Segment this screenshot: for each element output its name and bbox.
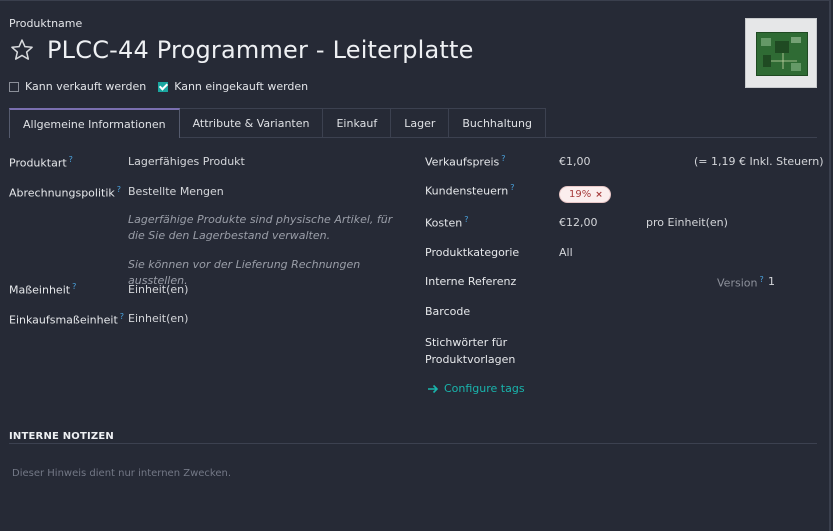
help-icon[interactable]: ? [759, 275, 763, 284]
cost-unit: pro Einheit(en) [646, 216, 728, 229]
help-icon[interactable]: ? [72, 282, 76, 291]
product-type-value[interactable]: Lagerfähiges Produkt [128, 155, 245, 168]
sales-price-label: Verkaufspreis? [425, 154, 506, 169]
help-icon[interactable]: ? [464, 215, 468, 224]
tab-attributes-variants[interactable]: Attribute & Varianten [179, 108, 324, 137]
remove-icon[interactable]: × [595, 190, 603, 200]
title-row: PLCC-44 Programmer - Leiterplatte [9, 36, 474, 64]
sales-price-incl-tax: (= 1,19 € Inkl. Steuern) [694, 155, 824, 168]
version-label: Version? [717, 275, 764, 290]
purchase-uom-label: Einkaufsmaßeinheit? [9, 312, 125, 327]
purchase-uom-value[interactable]: Einheit(en) [128, 312, 188, 325]
customer-taxes-label: Kundensteuern? [425, 183, 515, 198]
favorite-star-icon[interactable] [9, 37, 35, 63]
product-title[interactable]: PLCC-44 Programmer - Leiterplatte [47, 36, 474, 64]
product-type-label: Produktart? [9, 155, 73, 170]
invoice-policy-value[interactable]: Bestellte Mengen [128, 185, 224, 198]
barcode-label: Barcode [425, 305, 471, 318]
tab-inventory[interactable]: Lager [391, 108, 450, 137]
tax-badge[interactable]: 19% × [559, 186, 611, 203]
configure-tags-link[interactable]: Configure tags [427, 382, 525, 395]
customer-taxes-field[interactable]: 19% × [559, 182, 611, 203]
can-be-sold-checkbox[interactable] [9, 81, 19, 92]
product-tags-label: Stichwörter für Produktvorlagen [425, 336, 516, 366]
category-label: Produktkategorie [425, 246, 520, 259]
category-value[interactable]: All [559, 246, 573, 259]
product-type-hint: Lagerfähige Produkte sind physische Arti… [128, 213, 393, 242]
internal-notes-title: INTERNE NOTIZEN [9, 431, 114, 442]
version-value[interactable]: 1 [768, 275, 775, 288]
can-be-sold-option[interactable]: Kann verkauft werden [9, 80, 146, 93]
pcb-thumbnail [756, 32, 808, 76]
product-name-label: Produktname [9, 17, 83, 30]
help-icon[interactable]: ? [510, 183, 514, 192]
can-be-purchased-option[interactable]: Kann eingekauft werden [158, 80, 308, 93]
internal-reference-label: Interne Referenz [425, 275, 517, 288]
uom-value[interactable]: Einheit(en) [128, 283, 188, 296]
help-icon[interactable]: ? [501, 154, 505, 163]
uom-label: Maßeinheit? [9, 282, 77, 297]
cost-value[interactable]: €12,00 [559, 216, 598, 229]
sales-price-value[interactable]: €1,00 [559, 155, 591, 168]
can-be-purchased-checkbox[interactable] [158, 81, 169, 92]
can-be-sold-label: Kann verkauft werden [25, 80, 147, 93]
tab-general-information[interactable]: Allgemeine Informationen [9, 108, 180, 138]
internal-notes-input[interactable]: Dieser Hinweis dient nur internen Zwecke… [12, 468, 231, 479]
help-icon[interactable]: ? [117, 185, 121, 194]
arrow-right-icon [428, 384, 439, 393]
help-icon[interactable]: ? [69, 155, 73, 164]
product-image[interactable] [745, 18, 817, 88]
notes-divider [9, 443, 817, 444]
sale-purchase-checkboxes: Kann verkauft werden Kann eingekauft wer… [9, 80, 320, 93]
cost-label: Kosten? [425, 215, 469, 230]
invoice-policy-label: Abrechnungspolitik? [9, 185, 122, 200]
tab-accounting[interactable]: Buchhaltung [449, 108, 546, 137]
tab-bar: Allgemeine Informationen Attribute & Var… [9, 108, 817, 138]
can-be-purchased-label: Kann eingekauft werden [174, 80, 309, 93]
help-icon[interactable]: ? [120, 312, 124, 321]
tab-purchase[interactable]: Einkauf [323, 108, 392, 137]
